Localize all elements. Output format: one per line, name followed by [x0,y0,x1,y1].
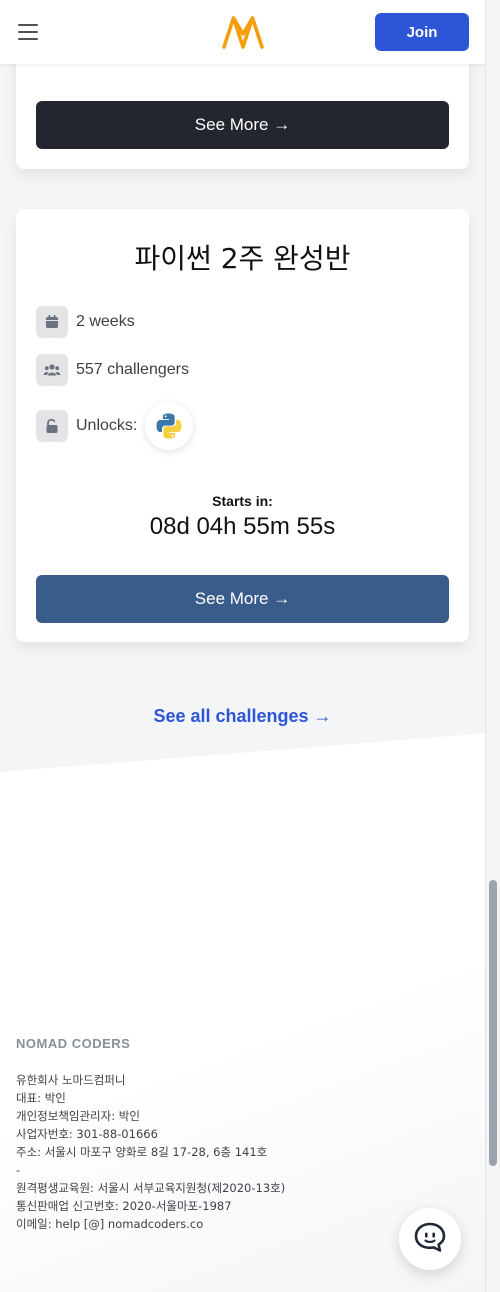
duration-row: 2 weeks [36,306,135,338]
scrollbar[interactable] [485,0,500,1292]
menu-icon[interactable] [18,24,38,40]
footer-brand: NOMAD CODERS [16,1036,131,1051]
see-all-challenges-link[interactable]: See all challenges → [0,706,485,727]
footer-education: 원격평생교육원: 서울시 서부교육지원청(제2020-13호) [16,1181,286,1195]
footer-address: 주소: 서울시 마포구 양화로 8길 17-28, 6층 141호 [16,1145,268,1159]
challengers-text: 557 challengers [76,361,189,378]
calendar-icon [36,306,68,338]
footer-company: 유한회사 노마드컴퍼니 [16,1073,126,1087]
top-navbar: Join [0,0,485,64]
join-button[interactable]: Join [375,13,469,51]
challenge-title: 파이썬 2주 완성반 [134,242,351,275]
unlocks-row: Unlocks: [36,402,194,450]
unlock-icon [36,410,68,442]
chat-button[interactable] [399,1208,461,1270]
footer: NOMAD CODERS 유한회사 노마드컴퍼니 대표: 박인 개인정보책임관리… [16,1036,285,1233]
footer-ecommerce-number: 통신판매업 신고번호: 2020-서울마포-1987 [16,1199,232,1213]
footer-ceo: 대표: 박인 [16,1091,66,1105]
see-more-button[interactable]: See More → [36,575,449,623]
footer-privacy-officer: 개인정보책임관리자: 박인 [16,1109,140,1123]
scrollbar-thumb[interactable] [489,880,497,1166]
chat-icon [413,1221,447,1258]
page: See More → 파이썬 2주 완성반 2 weeks 557 challe… [0,0,485,1292]
footer-separator: - [16,1163,21,1177]
duration-text: 2 weeks [76,313,135,330]
users-icon [36,354,68,386]
python-logo-icon[interactable] [145,402,194,450]
footer-email: 이메일: help [@] nomadcoders.co [16,1217,204,1231]
challengers-row: 557 challengers [36,354,189,386]
challenge-card: 파이썬 2주 완성반 2 weeks 557 challengers Unloc… [16,209,469,642]
footer-business-number: 사업자번호: 301-88-01666 [16,1127,158,1141]
starts-in-label: Starts in: [212,493,273,509]
nomad-coders-logo[interactable] [222,14,264,50]
unlocks-label: Unlocks: [76,417,138,434]
see-more-button[interactable]: See More → [36,101,449,149]
countdown-timer: 08d 04h 55m 55s [149,513,336,540]
